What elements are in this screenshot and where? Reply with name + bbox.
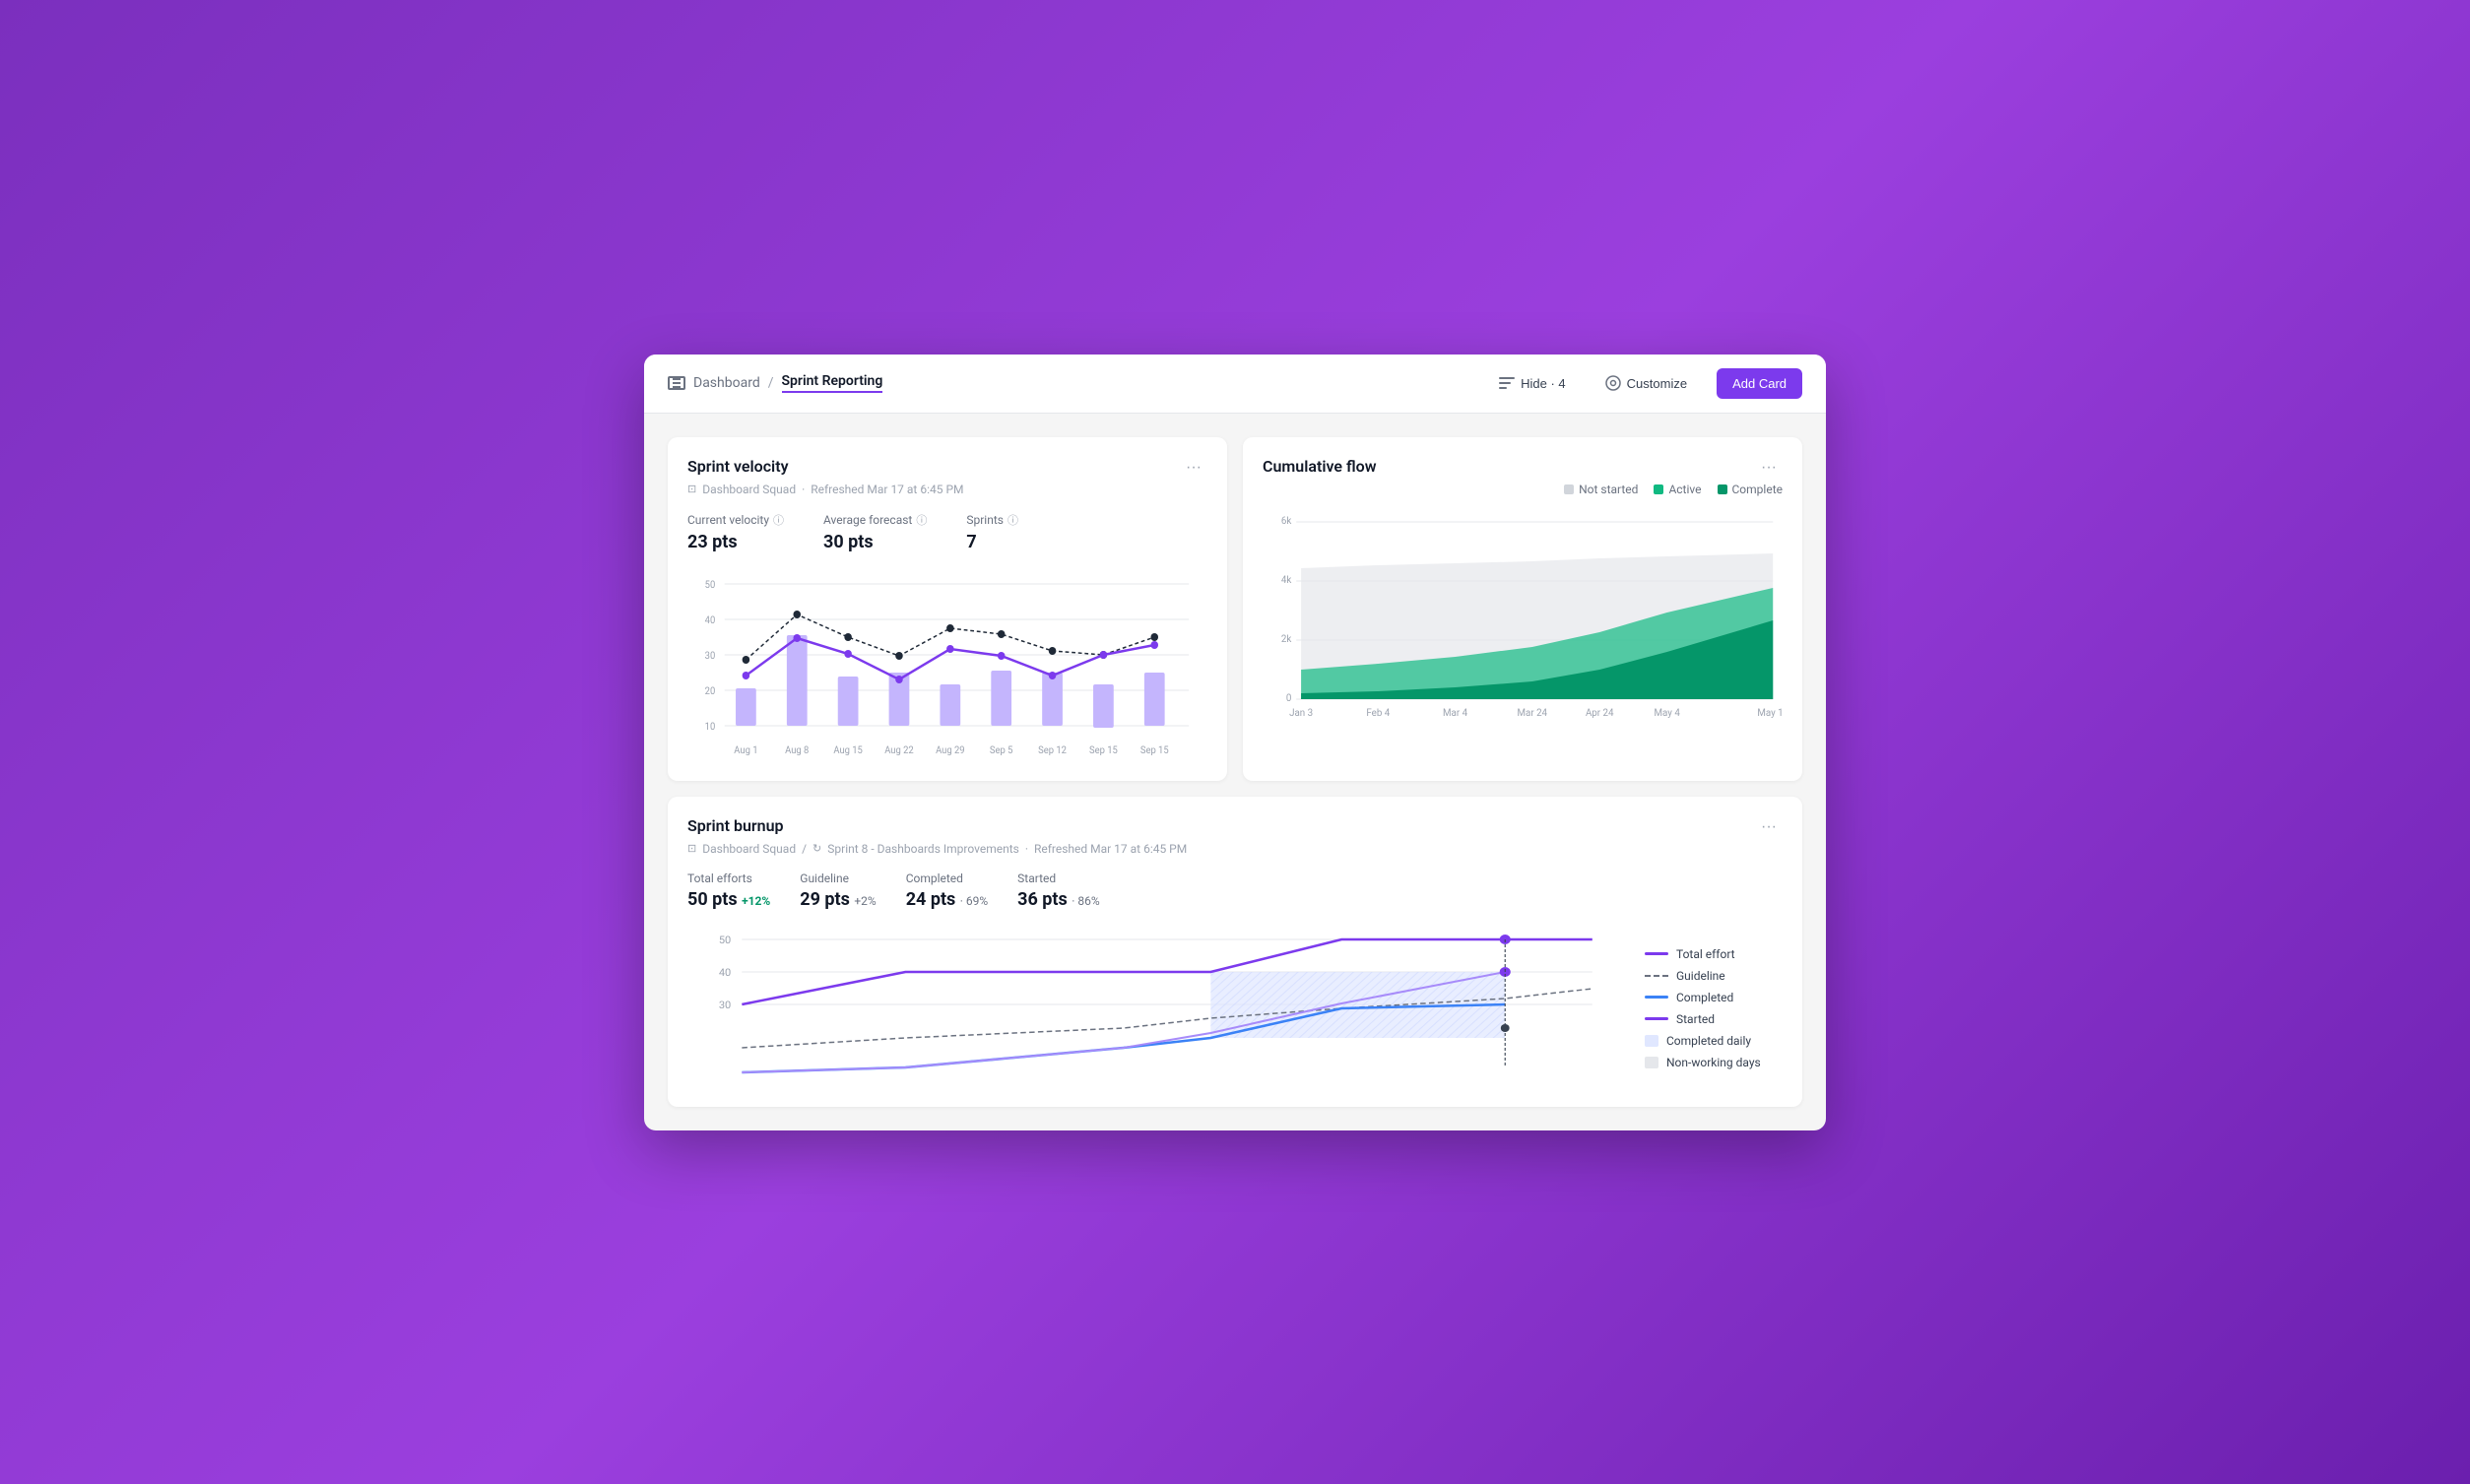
sprint-velocity-header: Sprint velocity ···	[687, 457, 1207, 479]
burnup-header: Sprint burnup ···	[687, 816, 1783, 838]
not-started-dot	[1564, 484, 1574, 494]
svg-text:Feb 4: Feb 4	[1366, 707, 1390, 718]
top-bar: Dashboard / Sprint Reporting Hide · 4 Cu…	[644, 355, 1826, 414]
burnup-svg: 50 40 30	[687, 930, 1625, 1087]
svg-text:40: 40	[719, 966, 732, 978]
legend-not-started: Not started	[1564, 483, 1638, 496]
started-line	[1645, 1017, 1668, 1020]
svg-text:40: 40	[705, 614, 716, 625]
sprint-velocity-card: Sprint velocity ··· ⊡ Dashboard Squad · …	[668, 437, 1227, 781]
total-efforts-stat: Total efforts 50 pts +12%	[687, 871, 770, 910]
legend-total-effort: Total effort	[1645, 947, 1783, 961]
svg-text:Sep 15: Sep 15	[1140, 744, 1169, 755]
cumulative-flow-chart: 6k 4k 2k 0	[1263, 504, 1783, 741]
page-title: Sprint Reporting	[782, 373, 883, 393]
legend-completed-daily: Completed daily	[1645, 1034, 1783, 1048]
svg-text:Jan 3: Jan 3	[1289, 707, 1313, 718]
guideline-stat: Guideline 29 pts +2%	[800, 871, 876, 910]
hide-button[interactable]: Hide · 4	[1489, 370, 1576, 397]
svg-text:50: 50	[705, 579, 716, 590]
non-working-box	[1645, 1057, 1658, 1068]
main-content: Sprint velocity ··· ⊡ Dashboard Squad · …	[644, 414, 1826, 1130]
dashboard-link[interactable]: Dashboard	[693, 375, 760, 391]
guideline-line	[1645, 975, 1668, 977]
started-stat: Started 36 pts · 86%	[1017, 871, 1099, 910]
svg-text:Aug 22: Aug 22	[884, 744, 914, 755]
burnup-subtitle: ⊡ Dashboard Squad / ↻ Sprint 8 - Dashboa…	[687, 842, 1783, 856]
legend-non-working: Non-working days	[1645, 1056, 1783, 1069]
svg-text:Aug 29: Aug 29	[936, 744, 964, 755]
complete-dot	[1718, 484, 1727, 494]
legend-started: Started	[1645, 1012, 1783, 1026]
burnup-stats: Total efforts 50 pts +12% Guideline	[687, 871, 1100, 922]
svg-text:Aug 15: Aug 15	[833, 744, 863, 755]
svg-text:Aug 1: Aug 1	[734, 744, 757, 755]
svg-text:2k: 2k	[1281, 633, 1291, 644]
cumulative-flow-card: Cumulative flow ··· Not started Active	[1243, 437, 1802, 781]
subtitle-icon: ⊡	[687, 483, 696, 495]
velocity-svg: 50 40 30 20 10	[687, 564, 1207, 761]
legend-completed: Completed	[1645, 991, 1783, 1004]
completed-line	[1645, 996, 1668, 999]
svg-text:30: 30	[719, 999, 732, 1010]
legend-complete: Complete	[1718, 483, 1784, 496]
svg-text:0: 0	[1286, 692, 1291, 703]
svg-text:Sep 15: Sep 15	[1089, 744, 1118, 755]
active-dot	[1654, 484, 1663, 494]
svg-text:50: 50	[719, 934, 732, 945]
sprint-burnup-card: Sprint burnup ··· ⊡ Dashboard Squad / ↻ …	[668, 797, 1802, 1107]
burnup-more-button[interactable]: ···	[1755, 816, 1783, 838]
cumulative-flow-title: Cumulative flow	[1263, 457, 1377, 476]
svg-text:10: 10	[705, 721, 716, 732]
top-actions: Hide · 4 Customize Add Card	[1489, 368, 1802, 399]
svg-text:4k: 4k	[1281, 574, 1291, 585]
svg-text:20: 20	[705, 685, 716, 696]
cumulative-flow-more-button[interactable]: ···	[1755, 457, 1783, 479]
customize-icon	[1605, 375, 1621, 391]
top-cards-row: Sprint velocity ··· ⊡ Dashboard Squad · …	[668, 437, 1802, 781]
burnup-chart: 50 40 30	[687, 930, 1625, 1087]
total-effort-line	[1645, 952, 1668, 955]
sprint-velocity-stats: Current velocity ⓘ 23 pts Average foreca…	[687, 512, 1207, 552]
sprint-velocity-chart: 50 40 30 20 10	[687, 564, 1207, 761]
current-velocity-stat: Current velocity ⓘ 23 pts	[687, 512, 784, 552]
svg-text:Sep 12: Sep 12	[1038, 744, 1067, 755]
cf-svg: 6k 4k 2k 0	[1263, 504, 1783, 741]
burnup-bottom-row: 50 40 30	[687, 930, 1783, 1087]
sprints-stat: Sprints ⓘ 7	[966, 512, 1018, 552]
burnup-legend: Total effort Guideline Completed Started	[1645, 930, 1783, 1087]
hide-icon	[1499, 376, 1515, 390]
app-window: Dashboard / Sprint Reporting Hide · 4 Cu…	[644, 355, 1826, 1130]
dashboard-icon	[668, 376, 685, 390]
burnup-chart-row: Total efforts 50 pts +12% Guideline	[687, 871, 1783, 922]
completed-stat: Completed 24 pts · 69%	[906, 871, 988, 910]
sprint-velocity-more-button[interactable]: ···	[1180, 457, 1207, 479]
breadcrumb: Dashboard / Sprint Reporting	[668, 373, 1489, 393]
svg-text:May 15: May 15	[1757, 707, 1783, 718]
breadcrumb-separator: /	[768, 375, 774, 391]
cumulative-flow-header: Cumulative flow ···	[1263, 457, 1783, 479]
svg-text:Mar 24: Mar 24	[1518, 707, 1548, 718]
svg-text:May 4: May 4	[1655, 707, 1681, 718]
svg-text:30: 30	[705, 650, 716, 661]
svg-text:Aug 8: Aug 8	[785, 744, 809, 755]
legend-active: Active	[1654, 483, 1701, 496]
svg-text:Apr 24: Apr 24	[1586, 707, 1614, 718]
cumulative-flow-legend: Not started Active Complete	[1263, 483, 1783, 496]
sprint-velocity-title: Sprint velocity	[687, 457, 789, 476]
svg-text:Sep 5: Sep 5	[990, 744, 1013, 755]
avg-forecast-stat: Average forecast ⓘ 30 pts	[823, 512, 927, 552]
svg-text:6k: 6k	[1281, 515, 1291, 526]
legend-guideline: Guideline	[1645, 969, 1783, 983]
customize-button[interactable]: Customize	[1595, 369, 1697, 397]
svg-text:Mar 4: Mar 4	[1443, 707, 1467, 718]
sprint-velocity-subtitle: ⊡ Dashboard Squad · Refreshed Mar 17 at …	[687, 483, 1207, 496]
completed-daily-box	[1645, 1035, 1658, 1047]
add-card-button[interactable]: Add Card	[1717, 368, 1802, 399]
burnup-title: Sprint burnup	[687, 816, 784, 835]
